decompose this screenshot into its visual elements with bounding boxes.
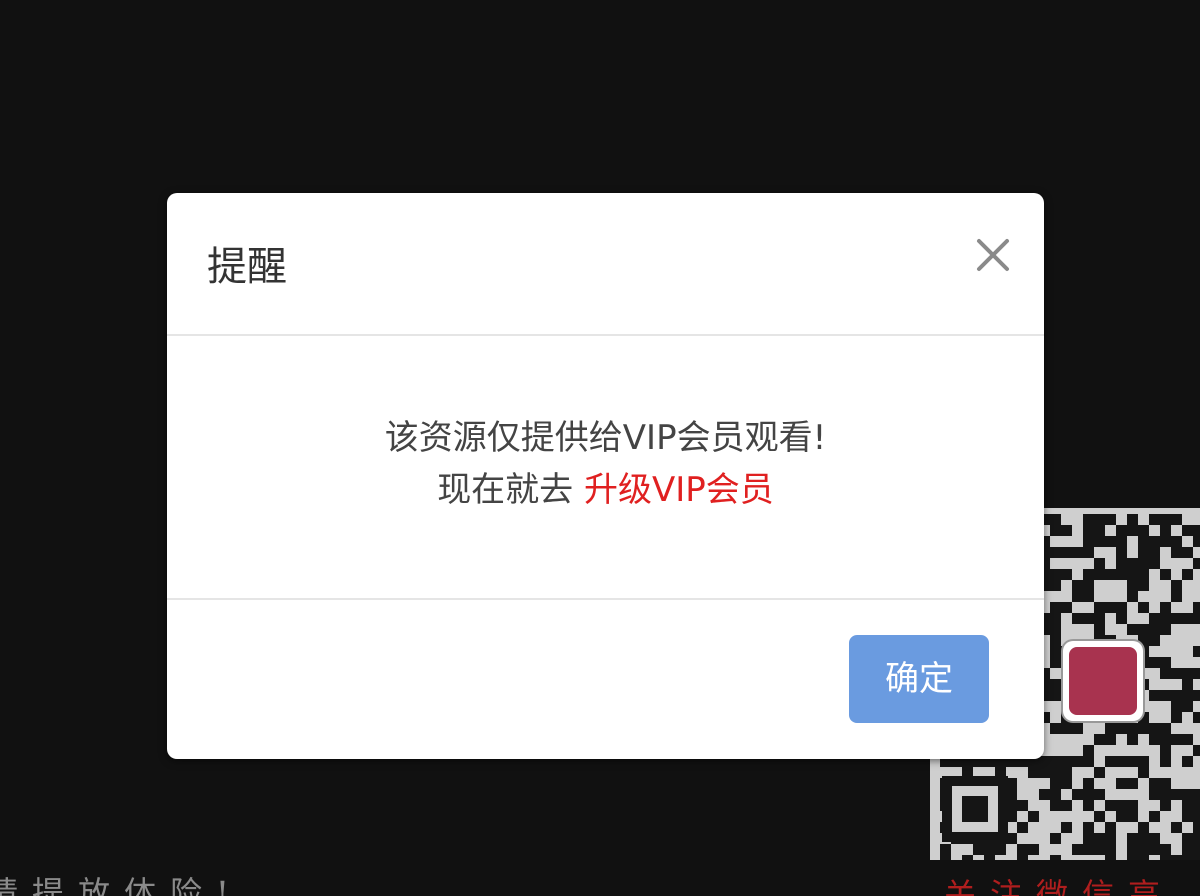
page-backdrop: 请提放体险! 关注微信高 提醒 该资源仅提供给VIP会员观看! 现在就去 升级V… — [0, 0, 1200, 896]
background-caption-left: 请提放体险! — [0, 874, 243, 896]
alert-dialog: 提醒 该资源仅提供给VIP会员观看! 现在就去 升级VIP会员 确定 — [167, 193, 1044, 759]
confirm-button[interactable]: 确定 — [849, 635, 989, 723]
upgrade-vip-link[interactable]: 升级VIP会员 — [584, 470, 774, 510]
qr-logo — [1063, 641, 1143, 721]
dialog-message: 该资源仅提供给VIP会员观看! — [384, 418, 827, 458]
dialog-title: 提醒 — [207, 244, 287, 290]
background-caption-right: 关注微信高 — [944, 876, 1175, 896]
dialog-message-cta: 现在就去 升级VIP会员 — [167, 468, 1044, 512]
dialog-header: 提醒 — [167, 193, 1044, 336]
close-button[interactable] — [971, 233, 1015, 277]
cta-prefix: 现在就去 — [437, 470, 584, 510]
dialog-body: 该资源仅提供给VIP会员观看! 现在就去 升级VIP会员 — [167, 336, 1044, 600]
dialog-footer: 确定 — [167, 600, 1044, 759]
close-icon — [977, 239, 1009, 271]
